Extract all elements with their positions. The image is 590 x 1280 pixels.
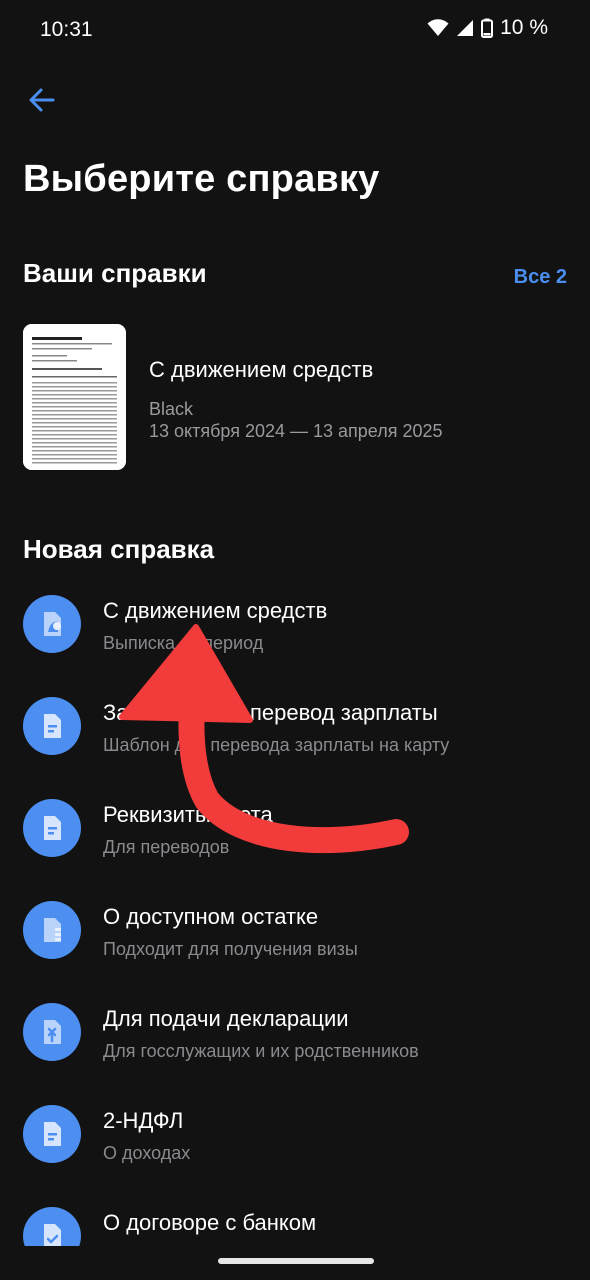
page-title: Выберите справку xyxy=(23,158,380,200)
document-check-icon xyxy=(23,1207,81,1246)
item-subtitle: Для госслужащих и их родственников xyxy=(103,1041,419,1061)
item-title: Заявление на перевод зарплаты xyxy=(103,700,438,725)
list-item-requisites[interactable]: Реквизиты счета Для переводов xyxy=(0,794,590,894)
new-doc-list: С движением средств Выписка за период За… xyxy=(0,590,590,1246)
document-icon xyxy=(23,799,81,857)
battery-percent: 10 % xyxy=(500,16,548,39)
document-chart-icon xyxy=(23,595,81,653)
status-time: 10:31 xyxy=(40,18,93,41)
item-subtitle: Шаблон для перевода зарплаты на карту xyxy=(103,735,450,755)
item-title: 2-НДФЛ xyxy=(103,1108,184,1133)
document-balance-icon xyxy=(23,901,81,959)
list-item-contract[interactable]: О договоре с банком xyxy=(0,1202,590,1246)
battery-icon xyxy=(481,18,494,38)
document-icon xyxy=(23,1105,81,1163)
back-button[interactable] xyxy=(22,80,62,120)
arrow-left-icon xyxy=(29,88,55,112)
document-icon xyxy=(23,697,81,755)
list-item-movement[interactable]: С движением средств Выписка за период xyxy=(0,590,590,690)
item-subtitle: Выписка за период xyxy=(103,633,264,653)
signal-icon xyxy=(457,20,474,36)
item-subtitle: О доходах xyxy=(103,1143,191,1163)
item-title: О договоре с банком xyxy=(103,1210,317,1235)
wifi-icon xyxy=(427,19,449,36)
list-item-declaration[interactable]: Для подачи декларации Для госслужащих и … xyxy=(0,998,590,1098)
list-item-ndfl[interactable]: 2-НДФЛ О доходах xyxy=(0,1100,590,1200)
new-doc-title: Новая справка xyxy=(23,534,215,564)
item-title: О доступном остатке xyxy=(103,904,319,929)
home-indicator[interactable] xyxy=(218,1258,374,1264)
existing-doc-card[interactable]: С движением средств Black 13 октября 202… xyxy=(23,324,567,470)
existing-doc-period: 13 октября 2024 — 13 апреля 2025 xyxy=(149,421,443,441)
existing-doc-title: С движением средств xyxy=(149,357,374,382)
list-item-salary-transfer[interactable]: Заявление на перевод зарплаты Шаблон для… xyxy=(0,692,590,792)
status-icons: 10 % xyxy=(427,16,548,40)
item-subtitle: Для переводов xyxy=(103,837,230,857)
document-declaration-icon xyxy=(23,1003,81,1061)
item-title: С движением средств xyxy=(103,598,328,623)
see-all-link[interactable]: Все 2 xyxy=(514,266,567,289)
existing-doc-account: Black xyxy=(149,399,194,419)
list-item-balance[interactable]: О доступном остатке Подходит для получен… xyxy=(0,896,590,996)
item-title: Реквизиты счета xyxy=(103,802,273,827)
doc-thumbnail xyxy=(23,324,126,470)
status-bar: 10:31 10 % xyxy=(0,0,590,60)
item-title: Для подачи декларации xyxy=(103,1006,349,1031)
your-docs-title: Ваши справки xyxy=(23,258,207,288)
item-subtitle: Подходит для получения визы xyxy=(103,939,358,959)
